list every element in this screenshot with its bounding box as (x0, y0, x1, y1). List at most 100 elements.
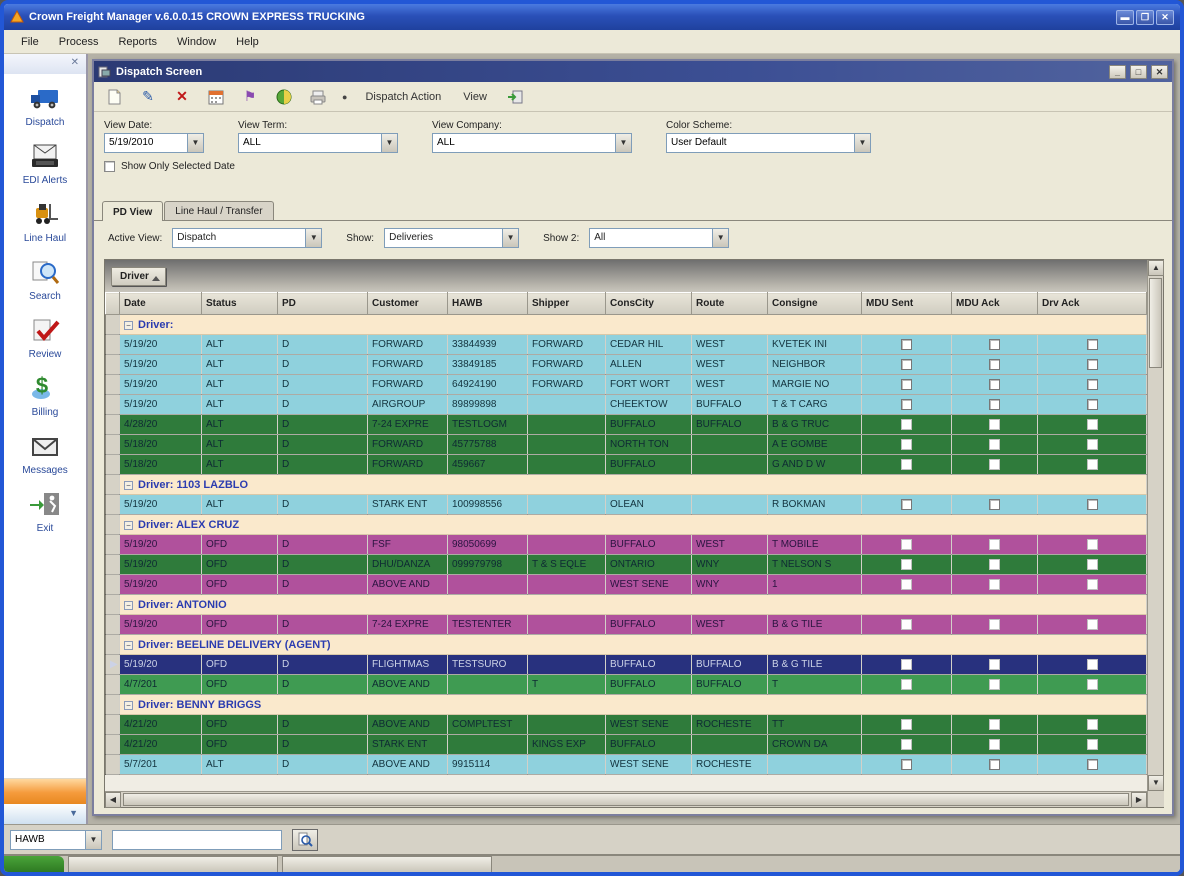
mdu-sent-checkbox[interactable] (901, 538, 912, 550)
grid-row[interactable]: 4/28/20 ALT D 7-24 EXPRE TESTLOGM BUFFALO BUFF… (105, 414, 1147, 435)
row-selector-cell[interactable] (105, 414, 120, 435)
chevron-down-icon[interactable]: ▼ (305, 229, 322, 247)
row-selector-cell[interactable] (105, 574, 120, 595)
drv-ack-checkbox[interactable] (1086, 678, 1098, 690)
grid-row[interactable]: 4/7/201 OFD D ABOVE AND T BUFFALO BUFFALO T (105, 674, 1147, 695)
chevron-down-icon[interactable]: ▼ (187, 134, 203, 152)
column-header-mdu-ack[interactable]: MDU Ack (951, 292, 1038, 315)
sidebar-item-review[interactable]: Review (4, 306, 86, 364)
dispatch-close-button[interactable]: ✕ (1151, 64, 1168, 79)
column-header-status[interactable]: Status (201, 292, 278, 315)
column-header-date[interactable]: Date (119, 292, 202, 315)
quick-search-input[interactable] (112, 829, 282, 850)
scroll-right-icon[interactable]: ▶ (1131, 792, 1147, 808)
printer-icon[interactable] (308, 88, 328, 106)
delete-record-icon[interactable]: ✕ (172, 88, 192, 106)
mdu-ack-checkbox[interactable] (989, 418, 1000, 430)
dispatch-action-menu[interactable]: Dispatch Action (361, 89, 445, 105)
edit-record-icon[interactable]: ✎ (138, 88, 158, 106)
collapse-icon[interactable]: − (124, 700, 133, 710)
menu-process[interactable]: Process (50, 33, 108, 51)
row-selector-cell[interactable] (105, 614, 120, 635)
mdu-ack-checkbox[interactable] (989, 758, 1000, 770)
grid-row[interactable]: 5/18/20 ALT D FORWARD 459667 BUFFALO G AND D W (105, 454, 1147, 475)
row-selector-cell[interactable] (105, 434, 120, 455)
mdu-sent-checkbox[interactable] (901, 338, 912, 350)
collapse-icon[interactable]: − (124, 600, 133, 610)
sidebar-item-billing[interactable]: $ Billing (4, 364, 86, 422)
mdu-ack-checkbox[interactable] (989, 378, 1000, 390)
scroll-left-icon[interactable]: ◀ (105, 792, 121, 808)
sidebar-item-line-haul[interactable]: Line Haul (4, 190, 86, 248)
drv-ack-checkbox[interactable] (1086, 578, 1098, 590)
row-selector-cell[interactable]: ▶ (105, 654, 120, 675)
mdu-ack-checkbox[interactable] (989, 738, 1000, 750)
scroll-up-icon[interactable]: ▲ (1148, 260, 1164, 276)
chevron-down-icon[interactable]: ▼ (854, 134, 870, 152)
drv-ack-checkbox[interactable] (1086, 658, 1098, 670)
mdu-sent-checkbox[interactable] (901, 578, 912, 590)
menu-reports[interactable]: Reports (109, 33, 166, 51)
drv-ack-checkbox[interactable] (1086, 398, 1098, 410)
column-header-shipper[interactable]: Shipper (527, 292, 606, 315)
view-term-combobox[interactable]: ALL ▼ (238, 133, 398, 153)
vertical-scroll-thumb[interactable] (1149, 278, 1162, 368)
export-icon[interactable] (505, 88, 525, 106)
mdu-ack-checkbox[interactable] (989, 498, 1000, 510)
mdu-ack-checkbox[interactable] (989, 338, 1000, 350)
row-selector-cell[interactable] (105, 494, 120, 515)
row-selector-cell[interactable] (105, 334, 120, 355)
grid-row[interactable]: 5/19/20 OFD D ABOVE AND WEST SENE WNY 1 (105, 574, 1147, 595)
show-only-selected-date-checkbox[interactable] (104, 161, 115, 172)
drv-ack-checkbox[interactable] (1086, 438, 1098, 450)
drv-ack-checkbox[interactable] (1086, 418, 1098, 430)
column-header-pd[interactable]: PD (277, 292, 368, 315)
grid-row[interactable]: 5/19/20 ALT D AIRGROUP 89899898 CHEEKTOW BUFFA… (105, 394, 1147, 415)
row-selector-cell[interactable] (105, 554, 120, 575)
dispatch-maximize-button[interactable]: □ (1130, 64, 1147, 79)
sidebar-collapsed-band[interactable] (4, 778, 86, 804)
active-view-combobox[interactable]: Dispatch ▼ (172, 228, 323, 248)
mdu-sent-checkbox[interactable] (901, 758, 912, 770)
mdu-sent-checkbox[interactable] (901, 618, 912, 630)
mdu-ack-checkbox[interactable] (989, 358, 1000, 370)
drv-ack-checkbox[interactable] (1086, 338, 1098, 350)
row-selector-cell[interactable] (105, 454, 120, 475)
mdu-sent-checkbox[interactable] (901, 418, 912, 430)
mdu-ack-checkbox[interactable] (989, 578, 1000, 590)
minimize-button[interactable]: ▬ (1116, 9, 1134, 25)
sidebar-item-dispatch[interactable]: Dispatch (4, 74, 86, 132)
show2-combobox[interactable]: All ▼ (589, 228, 730, 248)
mdu-ack-checkbox[interactable] (989, 558, 1000, 570)
maximize-button[interactable]: ❐ (1136, 9, 1154, 25)
calendar-icon[interactable] (206, 88, 226, 106)
drv-ack-checkbox[interactable] (1086, 718, 1098, 730)
row-selector-cell[interactable] (105, 354, 120, 375)
drv-ack-checkbox[interactable] (1086, 498, 1098, 510)
dispatch-minimize-button[interactable]: _ (1109, 64, 1126, 79)
group-by-driver-button[interactable]: Driver (111, 266, 166, 286)
horizontal-scroll-thumb[interactable] (123, 793, 1129, 806)
vertical-scrollbar[interactable]: ▲ ▼ (1147, 260, 1164, 807)
search-field-combobox[interactable]: HAWB ▼ (10, 829, 102, 850)
chevron-down-icon[interactable]: ▼ (381, 134, 397, 152)
close-button[interactable]: ✕ (1156, 9, 1174, 25)
menu-help[interactable]: Help (227, 33, 268, 51)
tab-line-haul-transfer[interactable]: Line Haul / Transfer (164, 201, 274, 220)
taskbar-item[interactable] (282, 856, 492, 872)
grid-row[interactable]: 4/21/20 OFD D STARK ENT KINGS EXP BUFFALO CROW… (105, 734, 1147, 755)
grid-row-selected[interactable]: ▶ 5/19/20 OFD D FLIGHTMAS TESTSURO BUFFALO BUFF… (105, 654, 1147, 675)
taskbar-item[interactable] (68, 856, 278, 872)
mdu-sent-checkbox[interactable] (901, 558, 912, 570)
mdu-sent-checkbox[interactable] (901, 458, 912, 470)
grid-row[interactable]: 5/19/20 OFD D FSF 98050699 BUFFALO WEST T MOBIL… (105, 534, 1147, 555)
grid-row[interactable]: 5/18/20 ALT D FORWARD 45775788 NORTH TON A E G… (105, 434, 1147, 455)
mdu-ack-checkbox[interactable] (989, 398, 1000, 410)
mdu-sent-checkbox[interactable] (901, 398, 912, 410)
flag-icon[interactable]: ⚑ (240, 88, 260, 106)
drv-ack-checkbox[interactable] (1086, 538, 1098, 550)
column-header-conscity[interactable]: ConsCity (605, 292, 692, 315)
driver-group-header[interactable]: − Driver: 1103 LAZBLO (105, 474, 1147, 495)
driver-group-header[interactable]: − Driver: BEELINE DELIVERY (AGENT) (105, 634, 1147, 655)
column-header-mdu-sent[interactable]: MDU Sent (861, 292, 952, 315)
